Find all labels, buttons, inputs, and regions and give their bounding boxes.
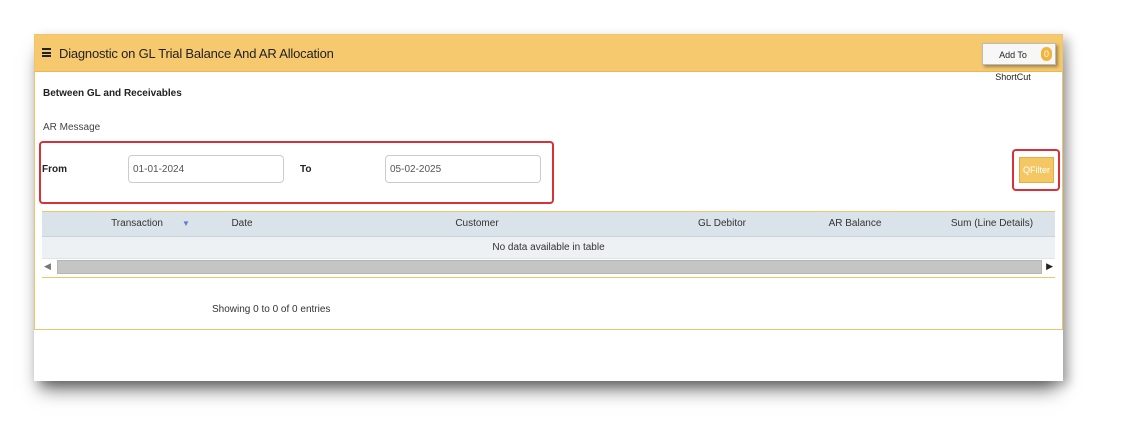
- filter-button[interactable]: QFilter: [1019, 157, 1054, 183]
- empty-table-message: No data available in table: [42, 237, 1055, 259]
- table-bottom-border: [42, 275, 1055, 278]
- hamburger-menu-icon[interactable]: [42, 48, 51, 57]
- table-info: Showing 0 to 0 of 0 entries: [212, 304, 331, 315]
- page-title: Diagnostic on GL Trial Balance And AR Al…: [59, 46, 334, 61]
- sort-desc-icon[interactable]: ▼: [182, 219, 190, 228]
- column-header-date[interactable]: Date: [202, 212, 282, 236]
- column-header-customer[interactable]: Customer: [422, 212, 532, 236]
- add-to-shortcut-label: Add To ShortCut: [995, 50, 1031, 82]
- to-label: To: [300, 164, 312, 175]
- ar-message-label: AR Message: [43, 122, 101, 133]
- diagnostic-panel: Diagnostic on GL Trial Balance And AR Al…: [34, 34, 1063, 330]
- screenshot-frame: Diagnostic on GL Trial Balance And AR Al…: [34, 34, 1063, 381]
- section-title: Between GL and Receivables: [43, 88, 182, 99]
- filter-button-label: Filter: [1030, 165, 1050, 175]
- from-label: From: [42, 164, 67, 175]
- to-date-input[interactable]: [385, 155, 541, 183]
- from-date-input[interactable]: [128, 155, 284, 183]
- table-header: Transaction ▼ Date Customer GL Debitor A…: [42, 212, 1055, 237]
- horizontal-scrollbar[interactable]: ◀ ▶: [42, 259, 1055, 275]
- add-to-shortcut-button[interactable]: Add To ShortCut 0: [982, 43, 1056, 82]
- column-header-gl-debitor[interactable]: GL Debitor: [672, 212, 772, 236]
- chevron-right-icon[interactable]: ▶: [1046, 261, 1053, 272]
- search-icon: Q: [1022, 165, 1030, 175]
- scrollbar-thumb[interactable]: [57, 260, 1042, 274]
- chevron-left-icon[interactable]: ◀: [44, 261, 51, 272]
- column-header-ar-balance[interactable]: AR Balance: [805, 212, 905, 236]
- column-header-transaction[interactable]: Transaction: [92, 212, 182, 236]
- panel-header: Diagnostic on GL Trial Balance And AR Al…: [35, 35, 1062, 82]
- column-header-sum-line-details[interactable]: Sum (Line Details): [937, 212, 1047, 236]
- data-table: Transaction ▼ Date Customer GL Debitor A…: [42, 211, 1055, 278]
- shortcut-count-badge: 0: [1041, 47, 1052, 61]
